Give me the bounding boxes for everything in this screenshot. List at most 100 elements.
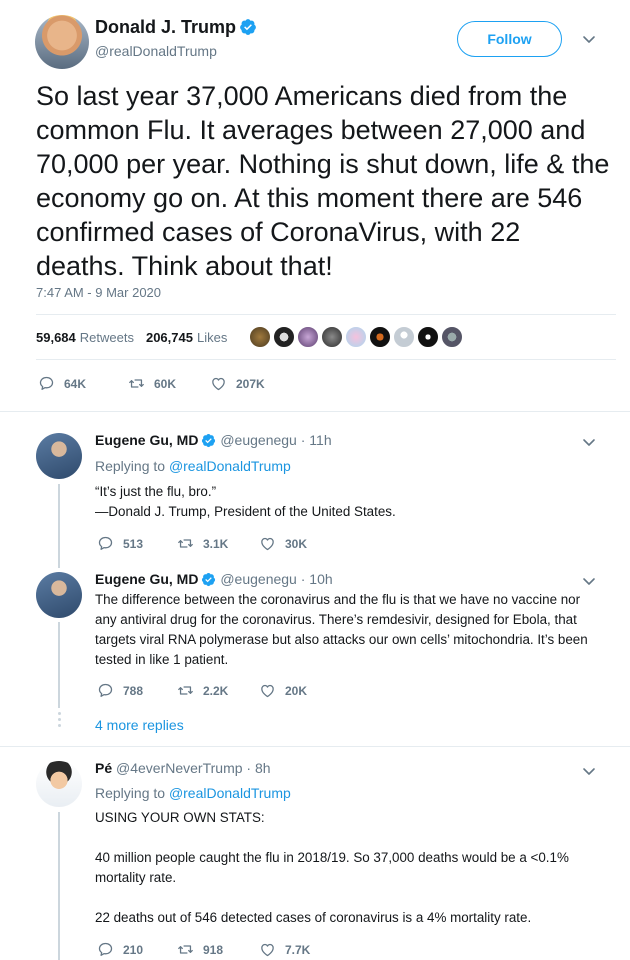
author-name[interactable]: Pé	[95, 760, 112, 776]
retweet-action[interactable]: 60K	[128, 375, 210, 392]
avatar[interactable]	[36, 433, 82, 479]
reply-time[interactable]: · 10h	[301, 571, 333, 587]
chevron-down-icon[interactable]	[581, 763, 597, 779]
reply-count: 513	[123, 536, 144, 551]
reply-time[interactable]: · 11h	[301, 432, 332, 448]
thread-line	[58, 484, 60, 568]
replying-to-label: Replying to	[95, 458, 166, 474]
like-action[interactable]: 207K	[210, 375, 265, 392]
like-count: 30K	[285, 536, 308, 551]
engagement-stats: 59,684 Retweets 206,745 Likes	[36, 314, 616, 360]
tweet-actions: 64K 60K 207K	[38, 375, 265, 392]
like-action[interactable]: 20K	[259, 682, 307, 699]
reply-text-line: “It’s just the flu, bro.”	[95, 484, 217, 499]
like-icon	[259, 941, 276, 958]
follow-button[interactable]: Follow	[457, 21, 562, 57]
reply-paragraph: 40 million people caught the flu in 2018…	[95, 850, 569, 885]
retweet-icon	[128, 375, 145, 392]
retweet-action[interactable]: 3.1K	[177, 535, 259, 552]
retweet-count: 3.1K	[203, 536, 229, 551]
retweets-label: Retweets	[79, 329, 134, 345]
verified-badge-icon	[239, 18, 257, 36]
liker-avatar[interactable]	[369, 326, 392, 348]
reply-action[interactable]: 210	[97, 941, 177, 958]
avatar[interactable]	[36, 572, 82, 618]
avatar[interactable]	[35, 15, 89, 69]
retweet-count: 2.2K	[203, 683, 229, 698]
tweet-actions: 788 2.2K 20K	[97, 682, 307, 699]
reply-count: 210	[123, 942, 144, 957]
replying-to-link[interactable]: @realDonaldTrump	[169, 785, 291, 801]
retweet-count: 60K	[154, 376, 177, 391]
like-count: 7.7K	[285, 942, 311, 957]
liker-avatar[interactable]	[441, 326, 464, 348]
liker-avatar[interactable]	[297, 326, 320, 348]
retweet-action[interactable]: 2.2K	[177, 682, 259, 699]
chevron-down-icon[interactable]	[581, 31, 597, 47]
like-icon	[259, 682, 276, 699]
author-handle[interactable]: @realDonaldTrump	[95, 43, 217, 59]
tweet-actions: 513 3.1K 30K	[97, 535, 307, 552]
liker-avatar[interactable]	[345, 326, 368, 348]
reply-icon	[97, 535, 114, 552]
like-count: 207K	[236, 376, 265, 391]
likes-label: Likes	[196, 329, 228, 345]
thread-dots	[56, 712, 62, 730]
like-count: 20K	[285, 683, 308, 698]
reply-text: USING YOUR OWN STATS: 40 million people …	[95, 808, 595, 928]
reply-time[interactable]: · 8h	[246, 760, 270, 776]
liker-avatar[interactable]	[321, 326, 344, 348]
verified-badge-icon	[201, 572, 216, 587]
retweet-icon	[177, 682, 194, 699]
timestamp[interactable]: 7:47 AM - 9 Mar 2020	[36, 285, 161, 300]
retweets-count: 59,684	[36, 329, 76, 345]
chevron-down-icon[interactable]	[581, 573, 597, 589]
tweet-text: So last year 37,000 Americans died from …	[36, 81, 610, 281]
retweet-count: 918	[203, 942, 224, 957]
reply-paragraph: 22 deaths out of 546 detected cases of c…	[95, 910, 532, 925]
thread-line	[58, 622, 60, 708]
replying-to-label: Replying to	[95, 785, 166, 801]
reply-text: “It’s just the flu, bro.” —Donald J. Tru…	[95, 482, 595, 522]
author-handle[interactable]: @4everNeverTrump	[116, 760, 243, 776]
like-action[interactable]: 7.7K	[259, 941, 310, 958]
liker-avatar[interactable]	[393, 326, 416, 348]
reply-action[interactable]: 64K	[38, 375, 128, 392]
liker-avatars	[249, 326, 465, 348]
liker-avatar[interactable]	[249, 326, 272, 348]
like-icon	[210, 375, 227, 392]
author-name[interactable]: Eugene Gu, MD	[95, 571, 198, 587]
thread-line	[58, 812, 60, 960]
reply-paragraph: USING YOUR OWN STATS:	[95, 810, 265, 825]
avatar[interactable]	[36, 761, 82, 807]
author-handle[interactable]: @eugenegu	[220, 432, 297, 448]
reply-action[interactable]: 513	[97, 535, 177, 552]
tweet-actions: 210 918 7.7K	[97, 941, 310, 958]
author-name[interactable]: Donald J. Trump	[95, 17, 236, 37]
liker-avatar[interactable]	[417, 326, 440, 348]
reply-count: 64K	[64, 376, 87, 391]
replying-to-link[interactable]: @realDonaldTrump	[169, 458, 291, 474]
divider	[0, 746, 630, 747]
liker-avatar[interactable]	[273, 326, 296, 348]
reply-count: 788	[123, 683, 144, 698]
reply-text-line: —Donald J. Trump, President of the Unite…	[95, 504, 396, 519]
reply-action[interactable]: 788	[97, 682, 177, 699]
verified-badge-icon	[201, 433, 216, 448]
more-replies-link[interactable]: 4 more replies	[95, 717, 184, 733]
reply-icon	[38, 375, 55, 392]
author-handle[interactable]: @eugenegu	[220, 571, 297, 587]
reply-icon	[97, 682, 114, 699]
reply-text: The difference between the coronavirus a…	[95, 592, 588, 667]
main-tweet: Donald J. Trump @realDonaldTrump Follow …	[0, 0, 630, 412]
retweets-stat[interactable]: 59,684 Retweets	[36, 330, 134, 345]
reply-icon	[97, 941, 114, 958]
likes-stat[interactable]: 206,745 Likes	[146, 330, 227, 345]
author-name[interactable]: Eugene Gu, MD	[95, 432, 198, 448]
like-icon	[259, 535, 276, 552]
chevron-down-icon[interactable]	[581, 434, 597, 450]
retweet-action[interactable]: 918	[177, 941, 259, 958]
like-action[interactable]: 30K	[259, 535, 307, 552]
retweet-icon	[177, 941, 194, 958]
likes-count: 206,745	[145, 329, 193, 345]
